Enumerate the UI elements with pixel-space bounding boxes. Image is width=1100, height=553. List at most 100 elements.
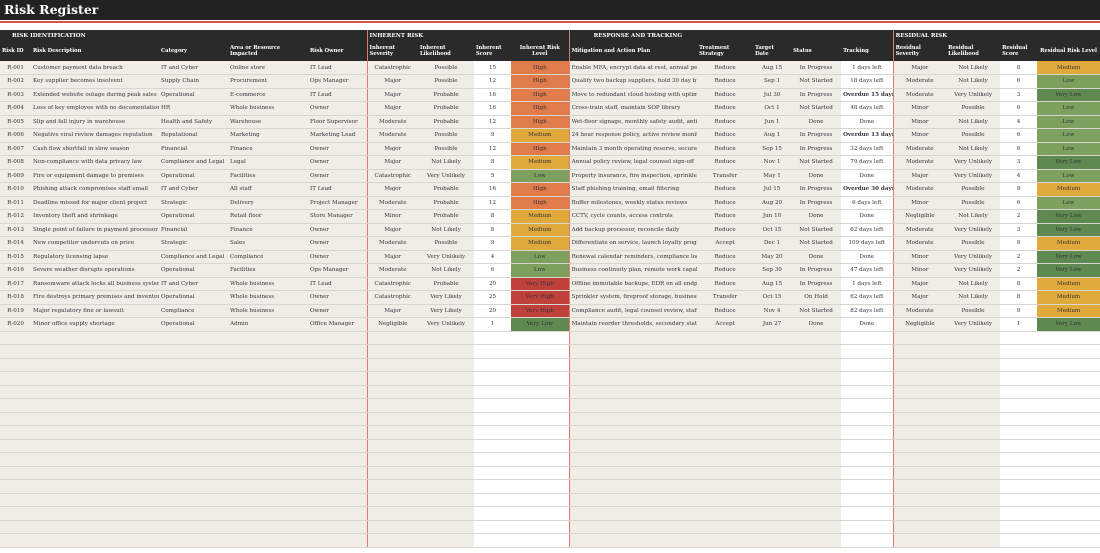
- cell-residual-severity[interactable]: Minor: [892, 128, 947, 143]
- cell-residual-likelihood[interactable]: Not Likely: [946, 115, 1001, 129]
- cell-treatment-strategy[interactable]: [697, 506, 754, 521]
- cell-mitigation-plan[interactable]: [568, 520, 698, 534]
- cell-inherent-severity[interactable]: Moderate: [366, 115, 419, 129]
- cell-risk-description[interactable]: [31, 452, 159, 467]
- cell-risk-id[interactable]: R-011: [0, 196, 31, 210]
- cell-residual-risk-level[interactable]: Very Low: [1037, 250, 1100, 264]
- cell-risk-id[interactable]: R-017: [0, 277, 31, 291]
- cell-residual-score[interactable]: [1000, 452, 1038, 467]
- cell-inherent-score[interactable]: 20: [474, 304, 512, 318]
- cell-risk-owner[interactable]: IT Lead: [308, 182, 368, 197]
- cell-residual-likelihood[interactable]: [946, 466, 1001, 480]
- cell-risk-description[interactable]: [31, 506, 159, 521]
- cell-area-impacted[interactable]: [228, 520, 308, 534]
- cell-treatment-strategy[interactable]: Reduce: [697, 115, 754, 129]
- cell-risk-description[interactable]: [31, 479, 159, 494]
- cell-inherent-score[interactable]: 9: [474, 128, 512, 143]
- cell-inherent-risk-level[interactable]: Low: [511, 263, 570, 278]
- cell-treatment-strategy[interactable]: [697, 358, 754, 372]
- cell-residual-likelihood[interactable]: Possible: [946, 236, 1001, 251]
- cell-inherent-risk-level[interactable]: Medium: [511, 223, 570, 237]
- cell-mitigation-plan[interactable]: [568, 344, 698, 359]
- cell-residual-score[interactable]: 6: [1000, 142, 1038, 156]
- cell-tracking[interactable]: Done: [841, 317, 894, 332]
- cell-risk-id[interactable]: [0, 439, 31, 453]
- cell-residual-score[interactable]: [1000, 398, 1038, 413]
- cell-inherent-score[interactable]: [474, 398, 512, 413]
- cell-status[interactable]: Not Started: [791, 155, 842, 170]
- cell-inherent-score[interactable]: 8: [474, 209, 512, 224]
- cell-status[interactable]: Done: [791, 317, 842, 332]
- cell-inherent-risk-level[interactable]: Medium: [511, 128, 570, 143]
- cell-status[interactable]: [791, 506, 842, 521]
- cell-category[interactable]: [159, 398, 228, 413]
- cell-inherent-risk-level[interactable]: [511, 385, 570, 399]
- cell-risk-description[interactable]: Loss of key employee with no documentati…: [31, 101, 159, 116]
- cell-risk-id[interactable]: [0, 452, 31, 467]
- cell-mitigation-plan[interactable]: [568, 439, 698, 453]
- cell-residual-severity[interactable]: [892, 506, 947, 521]
- cell-inherent-risk-level[interactable]: [511, 466, 570, 480]
- cell-category[interactable]: Financial: [159, 142, 228, 156]
- cell-risk-owner[interactable]: IT Lead: [308, 277, 368, 291]
- cell-area-impacted[interactable]: [228, 398, 308, 413]
- cell-target-date[interactable]: May 1: [753, 169, 792, 183]
- cell-risk-id[interactable]: [0, 331, 31, 345]
- cell-inherent-score[interactable]: 16: [474, 182, 512, 197]
- cell-residual-likelihood[interactable]: [946, 479, 1001, 494]
- cell-mitigation-plan[interactable]: [568, 371, 698, 386]
- cell-tracking[interactable]: 48 days left: [841, 101, 894, 116]
- cell-risk-owner[interactable]: [308, 398, 368, 413]
- cell-inherent-likelihood[interactable]: Possible: [418, 142, 475, 156]
- cell-residual-score[interactable]: 2: [1000, 263, 1038, 278]
- cell-risk-description[interactable]: [31, 439, 159, 453]
- cell-risk-id[interactable]: [0, 506, 31, 521]
- cell-residual-severity[interactable]: Minor: [892, 263, 947, 278]
- cell-residual-risk-level[interactable]: Low: [1037, 74, 1100, 89]
- cell-risk-description[interactable]: [31, 371, 159, 386]
- cell-area-impacted[interactable]: All staff: [228, 182, 308, 197]
- cell-inherent-likelihood[interactable]: [418, 358, 475, 372]
- cell-target-date[interactable]: [753, 506, 792, 521]
- cell-residual-score[interactable]: [1000, 506, 1038, 521]
- cell-treatment-strategy[interactable]: Reduce: [697, 128, 754, 143]
- cell-residual-risk-level[interactable]: Medium: [1037, 290, 1100, 305]
- cell-residual-score[interactable]: [1000, 371, 1038, 386]
- cell-area-impacted[interactable]: Whole business: [228, 290, 308, 305]
- cell-tracking[interactable]: 1 days left: [841, 61, 894, 75]
- cell-residual-risk-level[interactable]: [1037, 520, 1100, 534]
- cell-inherent-severity[interactable]: [366, 371, 419, 386]
- cell-tracking[interactable]: 82 days left: [841, 304, 894, 318]
- cell-residual-severity[interactable]: [892, 344, 947, 359]
- cell-risk-owner[interactable]: [308, 452, 368, 467]
- cell-target-date[interactable]: [753, 479, 792, 494]
- cell-tracking[interactable]: 1 days left: [841, 277, 894, 291]
- cell-residual-score[interactable]: [1000, 344, 1038, 359]
- cell-inherent-score[interactable]: 9: [474, 236, 512, 251]
- cell-treatment-strategy[interactable]: [697, 479, 754, 494]
- cell-residual-risk-level[interactable]: Low: [1037, 128, 1100, 143]
- cell-status[interactable]: [791, 425, 842, 440]
- cell-inherent-likelihood[interactable]: Probable: [418, 209, 475, 224]
- cell-treatment-strategy[interactable]: Reduce: [697, 61, 754, 75]
- cell-tracking[interactable]: [841, 331, 894, 345]
- cell-residual-severity[interactable]: [892, 466, 947, 480]
- cell-target-date[interactable]: Aug 1: [753, 128, 792, 143]
- cell-inherent-likelihood[interactable]: Probable: [418, 88, 475, 102]
- cell-tracking[interactable]: Overdue 13 days: [841, 128, 894, 143]
- cell-mitigation-plan[interactable]: Staff phishing training, email filtering: [568, 182, 698, 197]
- cell-inherent-risk-level[interactable]: Medium: [511, 236, 570, 251]
- cell-risk-owner[interactable]: Owner: [308, 155, 368, 170]
- cell-category[interactable]: [159, 452, 228, 467]
- cell-risk-id[interactable]: [0, 479, 31, 494]
- cell-residual-score[interactable]: [1000, 493, 1038, 507]
- cell-residual-severity[interactable]: Moderate: [892, 88, 947, 102]
- cell-target-date[interactable]: Nov 4: [753, 304, 792, 318]
- cell-residual-score[interactable]: [1000, 358, 1038, 372]
- cell-risk-owner[interactable]: Owner: [308, 236, 368, 251]
- cell-risk-description[interactable]: Slip and fall injury in warehouse: [31, 115, 159, 129]
- cell-risk-description[interactable]: Ransomware attack locks all business sys…: [31, 277, 159, 291]
- cell-mitigation-plan[interactable]: Property insurance, fire inspection, spr…: [568, 169, 698, 183]
- cell-residual-risk-level[interactable]: [1037, 466, 1100, 480]
- cell-treatment-strategy[interactable]: Reduce: [697, 142, 754, 156]
